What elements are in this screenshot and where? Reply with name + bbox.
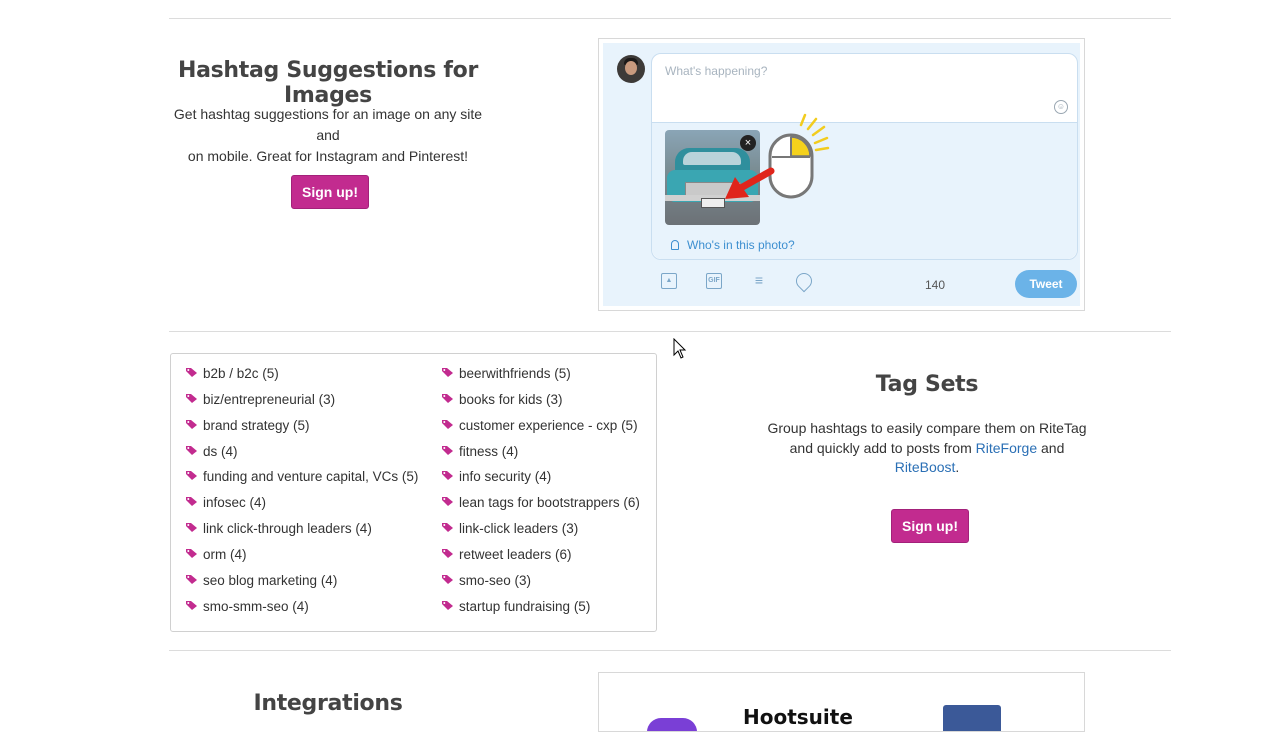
tag-set-label: info security (4) <box>459 469 552 485</box>
tag-icon <box>185 445 200 459</box>
character-count: 140 <box>925 278 946 292</box>
riteforge-link[interactable]: RiteForge <box>976 440 1037 456</box>
tag-icon <box>441 496 456 510</box>
tag-set-label: link-click leaders (3) <box>459 521 579 537</box>
divider-middle <box>169 331 1171 332</box>
tag-set-item[interactable]: customer experience - cxp (5) <box>441 418 638 433</box>
images-section-description: Get hashtag suggestions for an image on … <box>169 104 487 167</box>
red-arrow-icon <box>725 167 775 199</box>
tag-set-label: infosec (4) <box>203 495 267 511</box>
tag-icon <box>185 419 200 433</box>
tag-icon <box>185 574 200 588</box>
tag-set-item[interactable]: smo-seo (3) <box>441 573 531 588</box>
tag-icon <box>441 393 456 407</box>
tag-set-item[interactable]: funding and venture capital, VCs (5) <box>185 469 418 484</box>
tweet-button: Tweet <box>1015 270 1077 298</box>
tweet-placeholder: What's happening? <box>665 64 768 78</box>
divider-top <box>169 18 1171 19</box>
tag-set-item[interactable]: startup fundraising (5) <box>441 599 590 614</box>
tag-set-item[interactable]: infosec (4) <box>185 495 266 510</box>
tag-icon <box>441 574 456 588</box>
tag-set-label: seo blog marketing (4) <box>203 572 338 588</box>
divider-bottom <box>169 650 1171 651</box>
tag-set-item[interactable]: smo-smm-seo (4) <box>185 599 309 614</box>
tag-icon <box>185 600 200 614</box>
tag-icon <box>441 522 456 536</box>
integrations-title: Integrations <box>253 691 403 716</box>
mouse-click-icon <box>725 113 830 199</box>
tag-set-item[interactable]: biz/entrepreneurial (3) <box>185 392 335 407</box>
emoji-icon: ☺ <box>1054 100 1068 114</box>
tag-set-item[interactable]: beerwithfriends (5) <box>441 366 571 381</box>
tag-icon <box>185 470 200 484</box>
tag-set-label: funding and venture capital, VCs (5) <box>203 469 419 485</box>
images-signup-button[interactable]: Sign up! <box>291 175 369 209</box>
tag-set-item[interactable]: fitness (4) <box>441 444 518 459</box>
images-desc-line2: on mobile. Great for Instagram and Pinte… <box>187 148 469 164</box>
images-section-title: Hashtag Suggestions for Images <box>177 58 479 108</box>
tag-set-item[interactable]: info security (4) <box>441 469 551 484</box>
tag-sets-signup-button[interactable]: Sign up! <box>891 509 969 543</box>
gif-icon: GIF <box>706 273 722 289</box>
riteboost-link[interactable]: RiteBoost <box>895 459 956 475</box>
tweet-composer-illustration: What's happening? ☺ × Who's in this phot… <box>598 38 1085 311</box>
mouse-cursor-icon <box>673 338 687 359</box>
facebook-logo <box>943 705 1001 731</box>
tag-set-item[interactable]: orm (4) <box>185 547 247 562</box>
tag-set-item[interactable]: retweet leaders (6) <box>441 547 572 562</box>
tag-set-label: fitness (4) <box>459 443 519 459</box>
tag-set-label: smo-seo (3) <box>459 572 532 588</box>
tag-set-item[interactable]: brand strategy (5) <box>185 418 310 433</box>
tag-set-label: lean tags for bootstrappers (6) <box>459 495 640 511</box>
poll-icon: ≡ <box>754 272 764 288</box>
tag-set-label: orm (4) <box>203 546 247 562</box>
tag-set-item[interactable]: ds (4) <box>185 444 238 459</box>
tag-icon <box>185 548 200 562</box>
tag-set-item[interactable]: lean tags for bootstrappers (6) <box>441 495 640 510</box>
tag-set-label: startup fundraising (5) <box>459 598 591 614</box>
person-icon <box>671 240 679 250</box>
tag-set-item[interactable]: seo blog marketing (4) <box>185 573 337 588</box>
tag-sets-title: Tag Sets <box>875 372 979 397</box>
tag-set-label: b2b / b2c (5) <box>203 366 279 381</box>
image-icon: ▲ <box>661 273 677 289</box>
location-icon <box>792 269 816 293</box>
tag-icon <box>441 470 456 484</box>
hootsuite-logo: Hootsuite <box>743 705 853 729</box>
tag-set-label: smo-smm-seo (4) <box>203 598 309 614</box>
images-desc-line1: Get hashtag suggestions for an image on … <box>173 106 483 143</box>
tag-icon <box>185 393 200 407</box>
tag-icon <box>441 367 456 381</box>
tag-set-label: beerwithfriends (5) <box>459 366 571 381</box>
tag-set-item[interactable]: books for kids (3) <box>441 392 563 407</box>
tag-set-item[interactable]: b2b / b2c (5) <box>185 366 279 381</box>
tag-icon <box>441 445 456 459</box>
tag-set-label: brand strategy (5) <box>203 417 310 433</box>
tag-set-label: ds (4) <box>203 443 238 459</box>
tag-set-label: books for kids (3) <box>459 391 563 407</box>
tag-set-label: customer experience - cxp (5) <box>459 417 638 433</box>
who-in-photo-link: Who's in this photo? <box>671 238 795 252</box>
tag-icon <box>185 367 200 381</box>
tag-icon <box>185 496 200 510</box>
tag-set-label: biz/entrepreneurial (3) <box>203 391 336 407</box>
tag-set-item[interactable]: link click-through leaders (4) <box>185 521 372 536</box>
tag-icon <box>185 522 200 536</box>
tweet-composer: What's happening? ☺ × Who's in this phot… <box>603 43 1080 306</box>
tag-icon <box>441 419 456 433</box>
integrations-logos: Hootsuite <box>598 672 1085 732</box>
tag-icon <box>441 600 456 614</box>
integration-logo <box>647 718 697 731</box>
tag-sets-description: Group hashtags to easily compare them on… <box>767 420 1087 475</box>
avatar <box>617 55 645 83</box>
tag-icon <box>441 548 456 562</box>
tag-set-label: retweet leaders (6) <box>459 546 572 562</box>
tag-set-label: link click-through leaders (4) <box>203 521 372 537</box>
tag-set-item[interactable]: link-click leaders (3) <box>441 521 578 536</box>
